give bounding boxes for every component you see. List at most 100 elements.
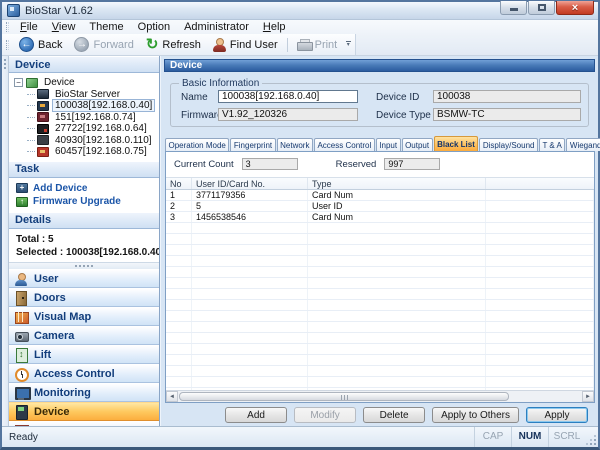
table-row[interactable]: 31456538546Card Num: [166, 212, 594, 223]
table-cell: [486, 322, 594, 332]
column-header-empty[interactable]: [486, 178, 594, 189]
table-cell: [486, 333, 594, 343]
minimize-icon: [510, 8, 518, 11]
table-cell: [308, 344, 486, 354]
menu-grip: [6, 22, 9, 32]
tree-item[interactable]: 60457[192.168.0.75]: [27, 146, 157, 158]
print-icon: [297, 39, 311, 50]
tree-expander[interactable]: −: [14, 78, 23, 87]
scrollbar-track[interactable]: [178, 391, 582, 402]
task-item-add-device[interactable]: +Add Device: [9, 182, 159, 196]
close-icon: ×: [572, 3, 578, 13]
sidebar-item-label: Device: [34, 406, 69, 418]
task-list: +Add Device↑Firmware Upgrade: [9, 178, 159, 212]
column-header-type[interactable]: Type: [308, 178, 486, 189]
sidebar-item-lift[interactable]: Lift: [9, 345, 159, 364]
menu-item-help[interactable]: Help: [256, 20, 293, 34]
table-cell: [486, 223, 594, 233]
tab-t-a[interactable]: T & A: [539, 138, 565, 151]
table-cell: [192, 223, 308, 233]
sidebar-item-doors[interactable]: Doors: [9, 288, 159, 307]
table-cell: [166, 333, 192, 343]
sidebar-item-user[interactable]: User: [9, 269, 159, 288]
sidebar-item-device[interactable]: Device: [9, 402, 159, 421]
table-cell: [486, 201, 594, 211]
table-row-empty: [166, 300, 594, 311]
menu-item-theme[interactable]: Theme: [82, 20, 130, 34]
menu-item-file[interactable]: File: [13, 20, 45, 34]
table-cell: [192, 366, 308, 376]
print-button: Print: [291, 35, 344, 55]
toolbar-segment: ←Back→Forward↻RefreshFind UserPrint ▾: [2, 34, 356, 55]
table-cell: [486, 256, 594, 266]
minimize-button[interactable]: [500, 1, 527, 15]
menu-item-administrator[interactable]: Administrator: [177, 20, 256, 34]
close-button[interactable]: ×: [556, 1, 594, 15]
toolbar-overflow-button[interactable]: ▾: [343, 41, 353, 49]
table-cell: [308, 355, 486, 365]
horizontal-scrollbar[interactable]: ◄ ►: [166, 390, 594, 402]
main-header: Device: [164, 59, 595, 72]
menu-item-view[interactable]: View: [45, 20, 83, 34]
sidebar-item-visual-map[interactable]: Visual Map: [9, 307, 159, 326]
back-button[interactable]: ←Back: [13, 35, 68, 55]
firmware-field: V1.92_120326: [218, 108, 358, 121]
delete-button[interactable]: Delete: [363, 407, 425, 423]
tab-network[interactable]: Network: [277, 138, 313, 151]
scrollbar-thumb[interactable]: [179, 392, 509, 401]
menu-item-option[interactable]: Option: [131, 20, 177, 34]
task-section-header: Task: [9, 161, 159, 178]
scroll-right-button[interactable]: ►: [582, 391, 594, 402]
table-row[interactable]: 25User ID: [166, 201, 594, 212]
tab-strip: Operation ModeFingerprintNetworkAccess C…: [165, 136, 595, 151]
table-row-empty: [166, 333, 594, 344]
table-cell: [486, 289, 594, 299]
table-cell: [308, 300, 486, 310]
column-header-no[interactable]: No: [166, 178, 192, 189]
table-cell: [166, 377, 192, 387]
sidebar-item-camera[interactable]: Camera: [9, 326, 159, 345]
scroll-left-button[interactable]: ◄: [166, 391, 178, 402]
tree-connector: [27, 128, 35, 129]
add-button[interactable]: Add: [225, 407, 287, 423]
tab-display-sound[interactable]: Display/Sound: [479, 138, 538, 151]
monitoring-icon: [14, 386, 28, 400]
toolbar-button-label: Find User: [230, 39, 278, 51]
name-field[interactable]: 100038[192.168.0.40]: [218, 90, 358, 103]
table-row-empty: [166, 278, 594, 289]
table-cell: 1: [166, 190, 192, 200]
table-cell: [486, 377, 594, 387]
panel-splitter[interactable]: [9, 262, 159, 269]
apply-button[interactable]: Apply: [526, 407, 588, 423]
tab-input[interactable]: Input: [376, 138, 401, 151]
status-bar: Ready CAPNUMSCRL: [2, 426, 598, 447]
tab-operation-mode[interactable]: Operation Mode: [165, 138, 229, 151]
tab-access-control[interactable]: Access Control: [314, 138, 375, 151]
current-count-label: Current Count: [174, 159, 234, 170]
task-item-label: Firmware Upgrade: [33, 196, 121, 207]
reserved-label: Reserved: [336, 159, 377, 170]
left-gutter[interactable]: [2, 56, 9, 426]
maximize-button[interactable]: [528, 1, 555, 15]
tab-wiegand[interactable]: Wiegand: [566, 138, 600, 151]
apply-to-others-button[interactable]: Apply to Others: [432, 407, 519, 423]
toolbar-button-label: Back: [38, 39, 62, 51]
find-user-button[interactable]: Find User: [207, 35, 284, 55]
find-user-icon: [213, 38, 226, 52]
resize-grip[interactable]: [585, 427, 598, 447]
sidebar-item-monitoring[interactable]: Monitoring: [9, 383, 159, 402]
table-cell: [486, 245, 594, 255]
device-group-icon: [26, 78, 38, 88]
table-cell: [166, 311, 192, 321]
ta-icon: [14, 424, 28, 427]
sidebar-item-access-control[interactable]: Access Control: [9, 364, 159, 383]
tab-black-list[interactable]: Black List: [434, 136, 479, 151]
server-icon: [37, 89, 49, 99]
refresh-button[interactable]: ↻Refresh: [140, 35, 207, 55]
tab-fingerprint[interactable]: Fingerprint: [230, 138, 275, 151]
table-row[interactable]: 13771179356Card Num: [166, 190, 594, 201]
column-header-user-id-card-no[interactable]: User ID/Card No.: [192, 178, 308, 189]
tab-output[interactable]: Output: [402, 138, 433, 151]
title-bar: BioStar V1.62 ×: [2, 2, 598, 20]
task-item-firmware-upgrade[interactable]: ↑Firmware Upgrade: [9, 195, 159, 209]
